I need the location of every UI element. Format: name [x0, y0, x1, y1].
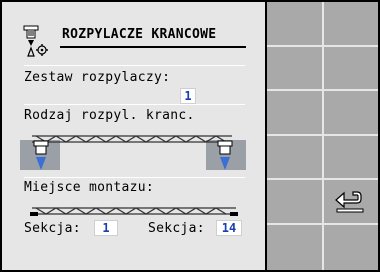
page-title: ROZPYLACZE KRANCOWE	[62, 27, 217, 42]
sekcja-right-value-field[interactable]: 14	[216, 220, 242, 236]
separator	[24, 65, 245, 66]
separator	[24, 177, 245, 178]
title-underline	[60, 46, 246, 48]
softkey-1[interactable]	[323, 2, 378, 45]
sekcja-left-label: Sekcja:	[24, 221, 81, 236]
softkey-6[interactable]	[323, 225, 378, 270]
zestaw-label: Zestaw rozpylaczy:	[24, 70, 171, 85]
zestaw-value-field[interactable]: 1	[180, 88, 196, 104]
main-panel: ROZPYLACZE KRANCOWE Zestaw rozpylaczy: 1…	[2, 2, 265, 270]
return-arrow-icon	[335, 191, 364, 213]
softkey-2[interactable]	[323, 47, 378, 89]
softkey-5-return[interactable]	[323, 180, 378, 224]
rodzaj-label: Rodzaj rozpyl. kranc.	[24, 108, 195, 123]
boom-mount-diagram	[30, 207, 238, 216]
sekcja-left-value-field[interactable]: 1	[94, 220, 118, 236]
sekcja-right-label: Sekcja:	[148, 221, 205, 236]
miejsce-label: Miejsce montazu:	[24, 180, 155, 195]
softkey-4[interactable]	[323, 136, 378, 178]
boom-end-nozzles-diagram[interactable]	[20, 130, 246, 174]
terminal-screen: ROZPYLACZE KRANCOWE Zestaw rozpylaczy: 1…	[0, 0, 380, 272]
softkey-panel	[267, 2, 378, 270]
nozzle-settings-icon	[23, 25, 48, 57]
separator	[24, 104, 245, 105]
softkey-3[interactable]	[323, 91, 378, 134]
